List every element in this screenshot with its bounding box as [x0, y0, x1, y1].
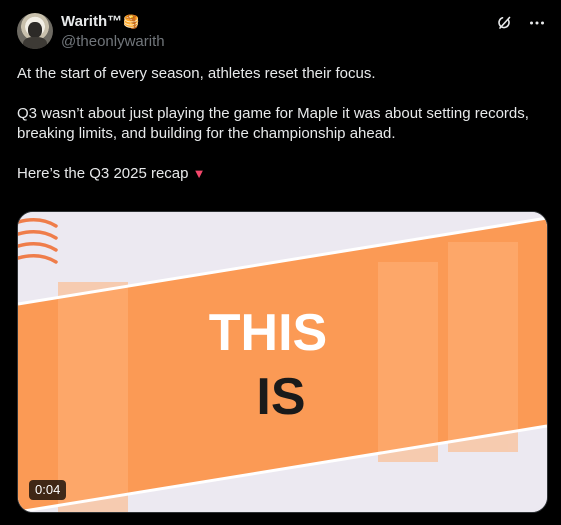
avatar-face [28, 22, 42, 38]
pancake-emoji: 🥞 [123, 14, 140, 29]
tweet-text: At the start of every season, athletes r… [17, 64, 542, 184]
tweet-paragraph-3: Here’s the Q3 2025 recap ▼ [17, 164, 542, 184]
user-handle[interactable]: @theonlywarith [61, 32, 165, 52]
user-block: Warith™ 🥞 @theonlywarith [61, 13, 165, 52]
top-actions [495, 13, 547, 33]
display-name[interactable]: Warith™ 🥞 [61, 13, 165, 31]
video-duration-badge: 0:04 [29, 480, 67, 500]
recap-text: Here’s the Q3 2025 recap [17, 165, 189, 182]
avatar-body [23, 37, 47, 49]
grok-icon[interactable] [495, 13, 515, 33]
avatar[interactable] [17, 13, 53, 49]
tweet-paragraph-1: At the start of every season, athletes r… [17, 65, 376, 82]
more-icon[interactable] [527, 13, 547, 33]
display-name-text: Warith™ [61, 13, 123, 30]
tweet: Warith™ 🥞 @theonlywarith At the start of… [0, 0, 561, 525]
video-player[interactable]: THIS IS [17, 211, 548, 513]
video-headline-line1: THIS [209, 304, 327, 362]
red-triangle-icon: ▼ [192, 166, 206, 181]
video-frame: THIS IS [18, 212, 547, 512]
tweet-paragraph-2: Q3 wasn’t about just playing the game fo… [17, 105, 529, 142]
video-headline-line2: IS [256, 368, 305, 426]
